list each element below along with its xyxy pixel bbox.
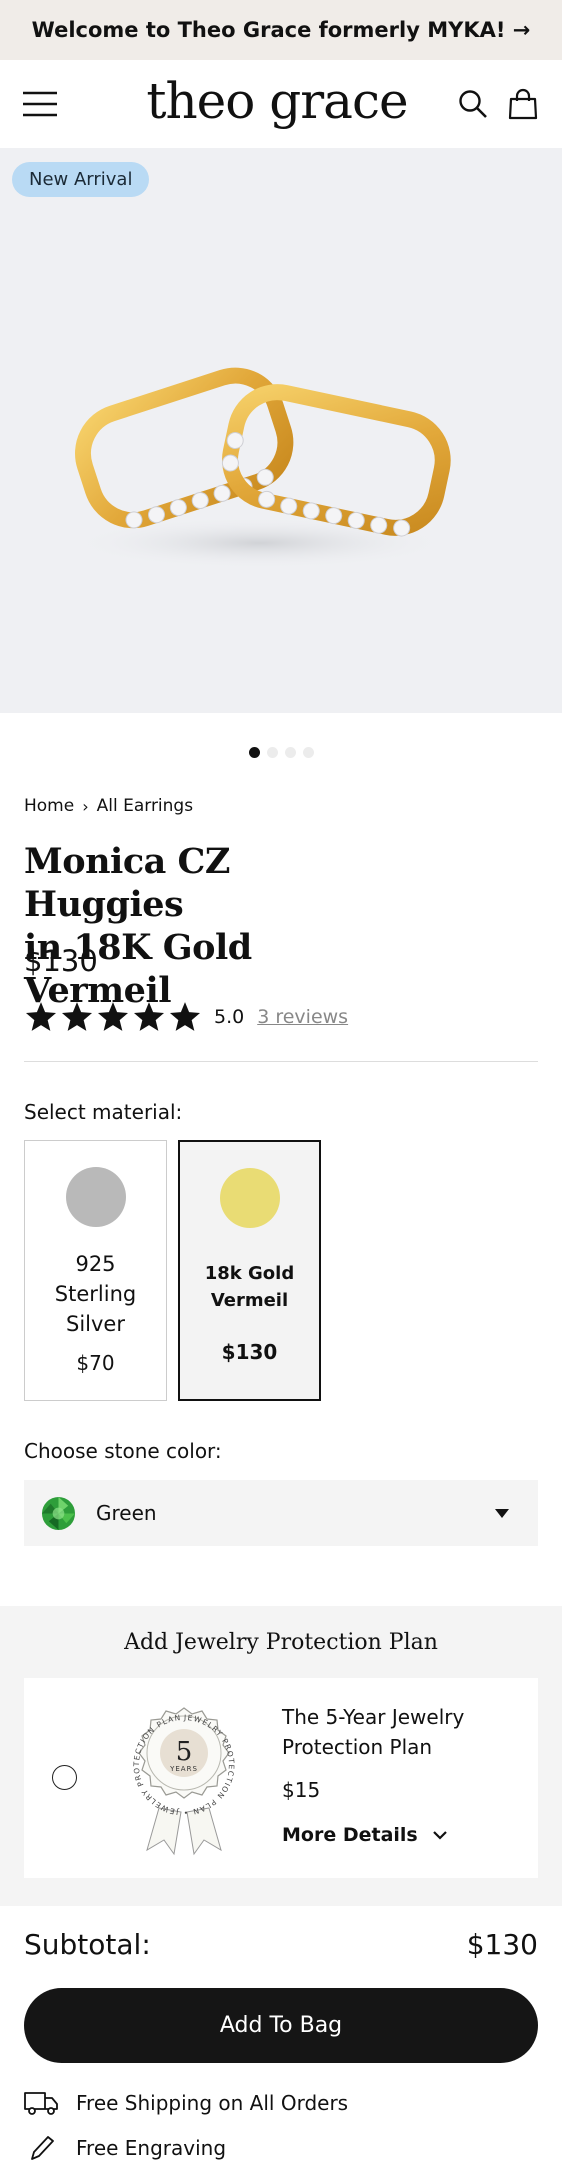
subtotal-value: $130	[466, 1928, 538, 1961]
plan-name: The 5-Year Jewelry Protection Plan	[282, 1705, 465, 1759]
star-icon	[169, 1002, 201, 1031]
subtotal-label: Subtotal:	[24, 1928, 151, 1961]
gallery-pagination	[0, 747, 562, 758]
pencil-icon	[31, 2136, 54, 2160]
product-price: $130	[24, 944, 98, 978]
material-price: $130	[221, 1340, 278, 1364]
stone-color-label: Choose stone color:	[24, 1439, 222, 1463]
gold-swatch	[219, 1168, 280, 1228]
rating-value: 5.0	[214, 1006, 245, 1028]
material-option-sterling-silver[interactable]: 925 Sterling Silver $70	[24, 1140, 167, 1401]
material-price: $70	[76, 1351, 115, 1375]
product-title: Monica CZ Huggies in 18K Gold Vermeil	[24, 840, 384, 1012]
material-name: 18k Gold Vermeil	[205, 1260, 294, 1314]
gallery-dot[interactable]	[284, 747, 296, 758]
material-name: 925 Sterling Silver	[55, 1249, 136, 1339]
new-arrival-badge: New Arrival	[12, 162, 150, 197]
star-icon	[61, 1002, 93, 1031]
star-icon	[133, 1002, 165, 1031]
material-name-line: 925	[75, 1252, 116, 1276]
material-label: Select material:	[24, 1100, 183, 1124]
add-to-bag-button[interactable]: Add To Bag	[24, 1988, 538, 2063]
shopping-bag-icon[interactable]	[506, 87, 540, 121]
protection-seal-icon: JEWELRY PROTECTION PLAN • JEWELRY PROTEC…	[119, 1700, 235, 1856]
announcement-bar[interactable]: Welcome to Theo Grace formerly MYKA! →	[0, 0, 562, 60]
protection-plan-section: Add Jewelry Protection Plan JEWELRY PROT…	[0, 1606, 562, 1906]
perk-free-engraving: Free Engraving	[24, 2135, 226, 2160]
green-gem-icon	[41, 1496, 76, 1530]
announcement-text[interactable]: Welcome to Theo Grace formerly MYKA! →	[32, 18, 531, 42]
protection-plan-radio[interactable]	[52, 1765, 77, 1790]
star-icon	[97, 1002, 129, 1031]
breadcrumb-home[interactable]: Home	[24, 796, 74, 816]
product-title-line1: Monica CZ Huggies	[24, 841, 230, 925]
breadcrumb-all-earrings[interactable]: All Earrings	[97, 796, 193, 816]
product-image-gallery[interactable]: New Arrival	[0, 148, 562, 713]
dropdown-caret-icon	[495, 1508, 509, 1518]
hamburger-menu-icon[interactable]	[22, 84, 62, 124]
more-details-toggle[interactable]: More Details	[282, 1824, 448, 1846]
earring-product-image	[70, 367, 451, 569]
seal-word: YEARS	[169, 1765, 198, 1773]
more-details-label: More Details	[282, 1824, 418, 1846]
subtotal-row: Subtotal: $130	[24, 1928, 538, 1961]
protection-plan-card[interactable]: JEWELRY PROTECTION PLAN • JEWELRY PROTEC…	[24, 1678, 538, 1878]
material-option-gold-vermeil[interactable]: 18k Gold Vermeil $130	[178, 1140, 321, 1401]
brand-logo[interactable]: theo grace	[146, 76, 408, 126]
perk-text: Free Engraving	[76, 2136, 227, 2160]
protection-plan-title: Add Jewelry Protection Plan	[124, 1630, 438, 1655]
plan-price: $15	[282, 1778, 321, 1802]
chevron-right-icon: ›	[82, 796, 89, 816]
reviews-link[interactable]: 3 reviews	[257, 1006, 348, 1028]
truck-icon	[24, 2092, 58, 2115]
stone-color-value: Green	[96, 1501, 157, 1525]
divider	[24, 1061, 538, 1062]
silver-swatch	[65, 1167, 126, 1227]
chevron-down-icon	[432, 1831, 447, 1840]
search-icon[interactable]	[456, 87, 490, 121]
gallery-dot[interactable]	[248, 747, 260, 758]
gallery-dot[interactable]	[302, 747, 314, 758]
material-name-line: 18k Gold	[204, 1263, 295, 1284]
star-rating	[24, 1000, 202, 1034]
material-name-line: Silver	[66, 1312, 125, 1336]
material-name-line: Sterling	[54, 1282, 137, 1306]
perk-free-shipping: Free Shipping on All Orders	[24, 2090, 348, 2116]
breadcrumb: Home › All Earrings	[24, 796, 193, 816]
star-icon	[25, 1002, 57, 1031]
site-header: theo grace	[0, 60, 562, 148]
material-name-line: Vermeil	[210, 1290, 289, 1311]
stone-color-select[interactable]: Green	[24, 1480, 538, 1546]
perk-text: Free Shipping on All Orders	[76, 2091, 349, 2115]
gallery-dot[interactable]	[266, 747, 278, 758]
product-rating: 5.0 3 reviews	[24, 1000, 348, 1034]
seal-number: 5	[176, 1737, 193, 1767]
